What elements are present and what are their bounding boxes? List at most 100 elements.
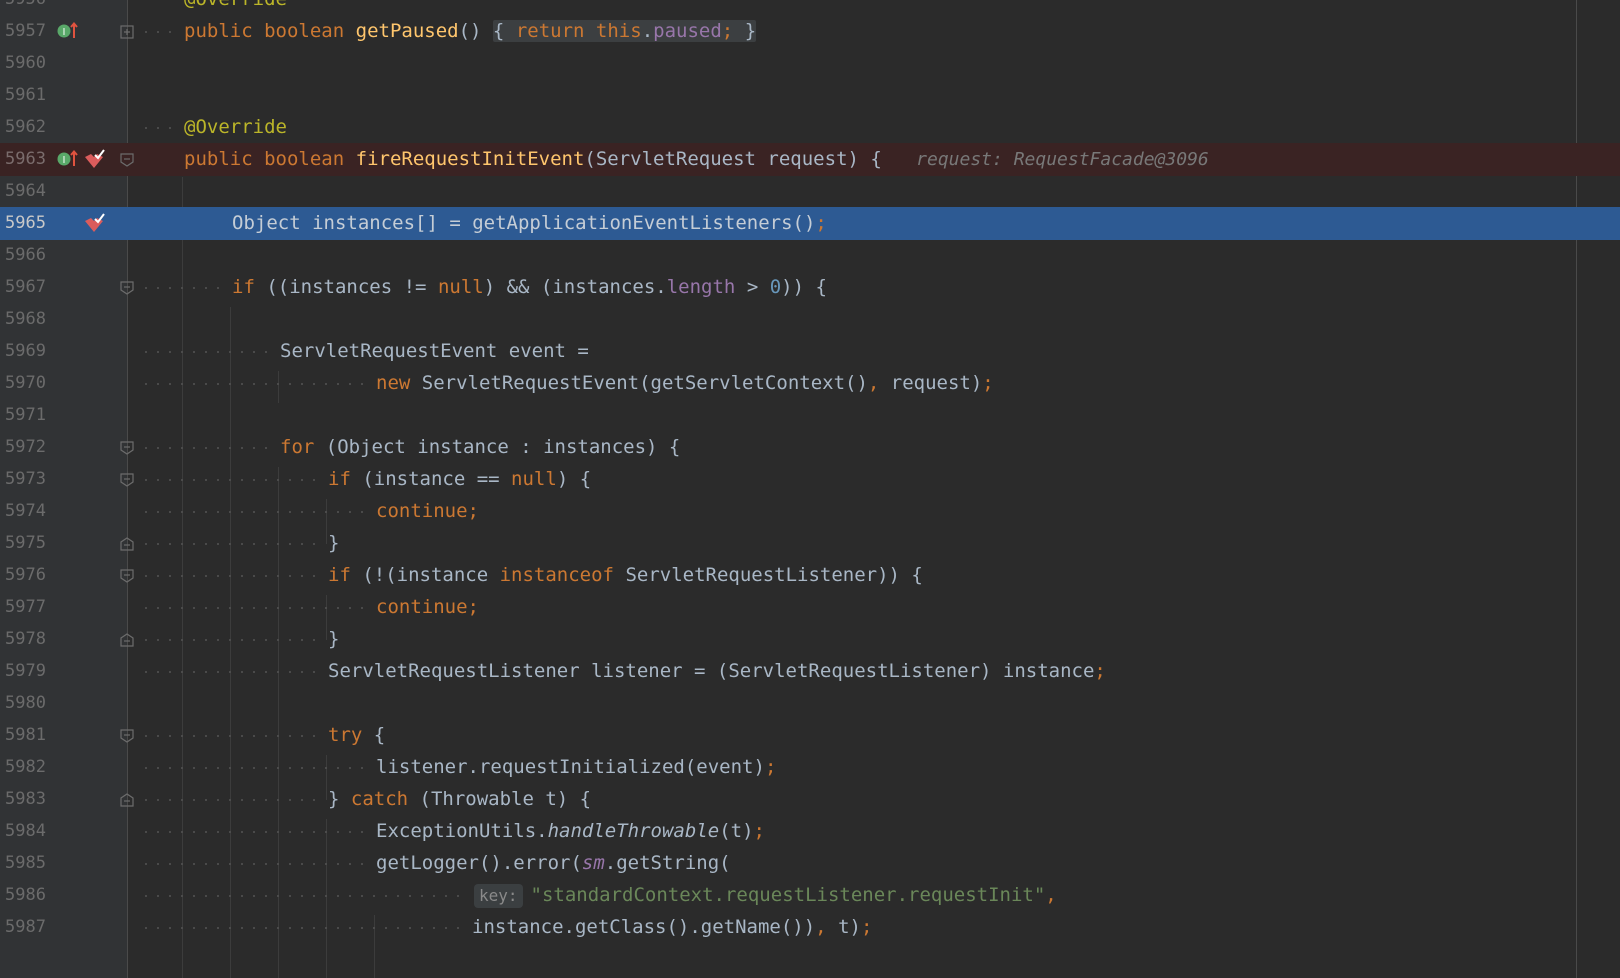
- expr: (Object instance : instances) {: [314, 436, 681, 458]
- code-line[interactable]: 5962 @Override: [0, 111, 1620, 144]
- code-line[interactable]: 5985 getLogger().error(sm.getString(: [0, 847, 1620, 880]
- code-line[interactable]: 5980: [0, 687, 1620, 720]
- expr: ServletRequestListener)) {: [614, 564, 923, 586]
- punct: {: [492, 20, 505, 42]
- code-line[interactable]: 5974 continue;: [0, 495, 1620, 528]
- code-line[interactable]: 5986 key: "standardContext.requestListene…: [0, 879, 1620, 912]
- code-text: try {: [328, 719, 385, 752]
- code-editor[interactable]: 5956 @Override 5957 I public boolean get…: [0, 0, 1620, 978]
- code-line[interactable]: 5964: [0, 175, 1620, 208]
- code-text: ServletRequestListener listener = (Servl…: [328, 655, 1106, 688]
- punct: ;: [721, 20, 734, 42]
- folded-region[interactable]: { return this.paused; }: [492, 20, 757, 42]
- svg-text:I: I: [63, 155, 66, 166]
- expr: getLogger().error(: [376, 852, 582, 874]
- fold-collapse-icon[interactable]: [120, 729, 134, 743]
- line-number: 5956: [5, 0, 51, 16]
- code-line[interactable]: 5969 ServletRequestEvent event =: [0, 335, 1620, 368]
- code-line[interactable]: 5967 if ((instances != null) && (instanc…: [0, 271, 1620, 304]
- fold-collapse-icon[interactable]: [120, 441, 134, 455]
- indent-dots: [140, 671, 324, 673]
- line-number: 5965: [5, 213, 46, 233]
- string-literal: "standardContext.requestListener.request…: [530, 884, 1046, 906]
- code-text: if ((instances != null) && (instances.le…: [232, 271, 827, 304]
- indent-dots: [140, 447, 276, 449]
- breakpoint-verified-icon[interactable]: [83, 212, 105, 234]
- expr: ServletRequestEvent(getServletContext(): [410, 372, 868, 394]
- code-line[interactable]: 5987 instance.getClass().getName()), t);: [0, 911, 1620, 944]
- code-line[interactable]: 5968: [0, 303, 1620, 336]
- expr: instance.getClass().getName()): [472, 916, 816, 938]
- indent-dots: [140, 831, 372, 833]
- fold-end-icon[interactable]: [120, 537, 134, 551]
- indent-dots: [140, 511, 372, 513]
- expr: }: [328, 788, 351, 810]
- fold-collapse-icon[interactable]: [120, 473, 134, 487]
- line-number: 5968: [5, 309, 46, 329]
- keyword: if: [232, 276, 255, 298]
- annotation: @Override: [184, 0, 287, 16]
- punct: ,: [1045, 884, 1057, 906]
- code-line[interactable]: 5970 new ServletRequestEvent(getServletC…: [0, 367, 1620, 400]
- fold-collapse-icon[interactable]: [120, 153, 134, 167]
- code-line[interactable]: 5956 @Override: [0, 0, 1620, 16]
- line-number: 5960: [5, 53, 46, 73]
- punct: ;: [1094, 660, 1106, 682]
- fold-end-icon[interactable]: [120, 633, 134, 647]
- line-number: 5981: [5, 725, 46, 745]
- indent-dots: [140, 351, 276, 353]
- keyword: this: [595, 20, 642, 42]
- code-text: continue;: [376, 591, 479, 624]
- code-line[interactable]: 5961: [0, 79, 1620, 112]
- code-line[interactable]: 5979 ServletRequestListener listener = (…: [0, 655, 1620, 688]
- implements-method-icon[interactable]: I: [56, 148, 78, 170]
- code-line[interactable]: 5966: [0, 239, 1620, 272]
- expr: request): [879, 372, 983, 394]
- fold-collapse-icon[interactable]: [120, 569, 134, 583]
- code-line-breakpoint[interactable]: 5963 I public boolean fireRequestInitEve…: [0, 143, 1620, 176]
- expr: .getString(: [604, 852, 731, 874]
- line-number: 5967: [5, 277, 46, 297]
- expr: {: [362, 724, 386, 746]
- fold-collapse-icon[interactable]: [120, 281, 134, 295]
- code-text: Object instances[] = getApplicationEvent…: [232, 207, 827, 240]
- line-number: 5964: [5, 181, 46, 201]
- indent-dots: [140, 735, 324, 737]
- line-number: 5970: [5, 373, 46, 393]
- method-breakpoint-icon[interactable]: [83, 148, 105, 170]
- keyword: instanceof: [499, 564, 614, 586]
- code-text: for (Object instance : instances) {: [280, 431, 680, 464]
- code-line[interactable]: 5984 ExceptionUtils.handleThrowable(t);: [0, 815, 1620, 848]
- code-line[interactable]: 5977 continue;: [0, 591, 1620, 624]
- fold-end-icon[interactable]: [120, 793, 134, 807]
- annotation: @Override: [184, 116, 287, 138]
- parameter-name-hint: key:: [474, 883, 523, 908]
- line-number: 5969: [5, 341, 46, 361]
- code-line[interactable]: 5981 try {: [0, 719, 1620, 752]
- static-method: handleThrowable: [547, 820, 720, 842]
- code-line[interactable]: 5957 I public boolean getPaused() { retu…: [0, 15, 1620, 48]
- indent-dots: [140, 639, 324, 641]
- punct: ;: [467, 500, 479, 522]
- keyword: null: [511, 468, 557, 490]
- expr: ((instances !=: [266, 276, 438, 298]
- punct: }: [744, 20, 757, 42]
- expr: ) {: [556, 468, 592, 490]
- code-line[interactable]: 5973 if (instance == null) {: [0, 463, 1620, 496]
- code-line[interactable]: 5975 }: [0, 527, 1620, 560]
- keyword: boolean: [264, 148, 345, 170]
- code-text: key: "standardContext.requestListener.req…: [474, 879, 1057, 912]
- code-line-current-execution[interactable]: 5965 Object instances[] = getApplication…: [0, 207, 1620, 240]
- fold-expand-icon[interactable]: [120, 25, 134, 39]
- line-number: 5980: [5, 693, 46, 713]
- code-line[interactable]: 5972 for (Object instance : instances) {: [0, 431, 1620, 464]
- code-line[interactable]: 5982 listener.requestInitialized(event);: [0, 751, 1620, 784]
- code-line[interactable]: 5978 }: [0, 623, 1620, 656]
- implements-method-icon[interactable]: I: [56, 20, 78, 42]
- code-line[interactable]: 5983 } catch (Throwable t) {: [0, 783, 1620, 816]
- line-number: 5985: [5, 853, 46, 873]
- code-line[interactable]: 5971: [0, 399, 1620, 432]
- code-line[interactable]: 5976 if (!(instance instanceof ServletRe…: [0, 559, 1620, 592]
- keyword: try: [328, 724, 363, 746]
- code-line[interactable]: 5960: [0, 47, 1620, 80]
